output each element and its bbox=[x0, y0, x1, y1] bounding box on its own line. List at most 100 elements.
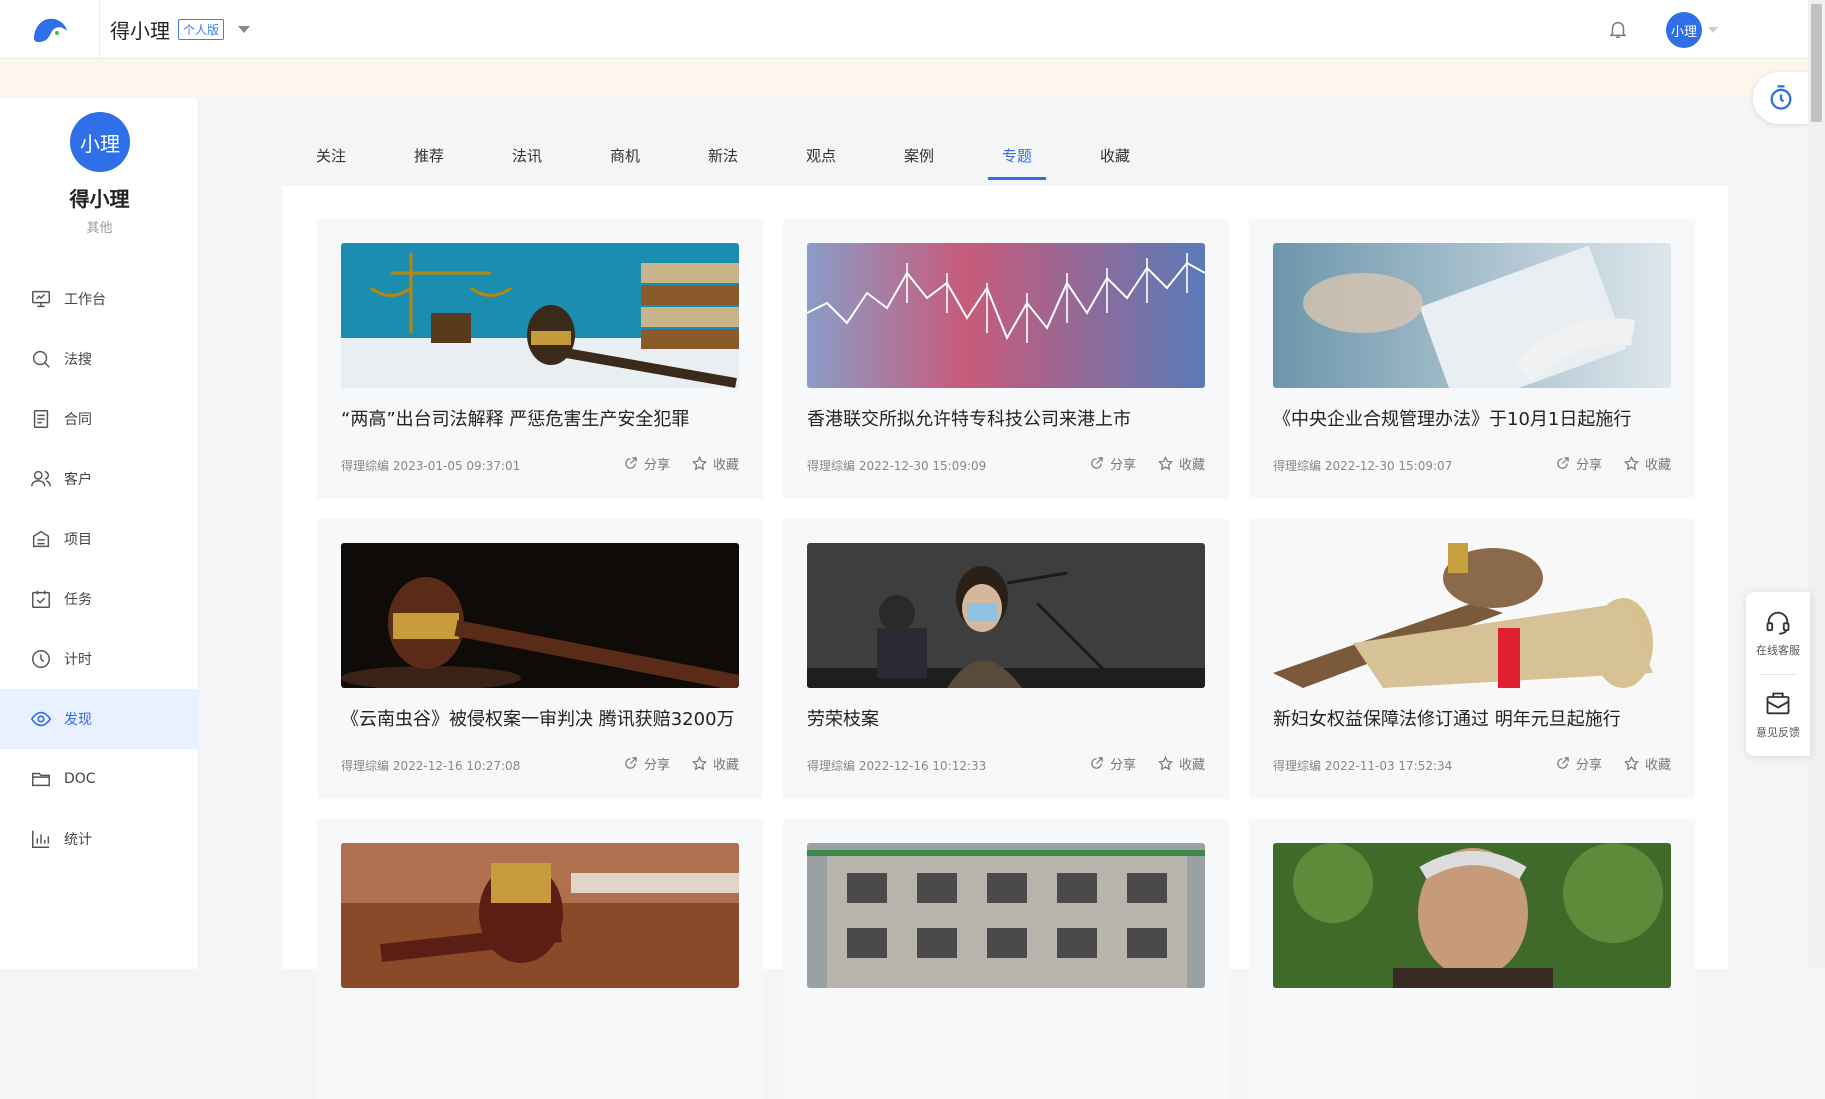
card-meta: 得理综编 2022-12-16 10:27:08 bbox=[341, 757, 520, 774]
card-actions: 分享 收藏 bbox=[601, 754, 739, 773]
chevron-down-icon[interactable] bbox=[238, 25, 251, 33]
topic-grid: “两高”出台司法解释 严惩危害生产安全犯罪 得理综编 2023-01-05 09… bbox=[317, 219, 1695, 1099]
favorite-button[interactable]: 收藏 bbox=[1157, 754, 1205, 773]
share-button[interactable]: 分享 bbox=[1555, 754, 1602, 773]
tab-new-laws[interactable]: 新法 bbox=[674, 130, 772, 180]
tab-follow[interactable]: 关注 bbox=[282, 130, 380, 180]
tab-favorites[interactable]: 收藏 bbox=[1066, 130, 1164, 180]
online-service-button[interactable]: 在线客服 bbox=[1746, 592, 1810, 674]
favorite-label: 收藏 bbox=[1178, 458, 1205, 473]
sidebar-item-stats[interactable]: 统计 bbox=[0, 809, 199, 869]
card-image[interactable] bbox=[807, 843, 1205, 988]
star-icon bbox=[1157, 756, 1173, 771]
star-icon bbox=[1623, 756, 1639, 771]
sidebar-item-doc[interactable]: DOC bbox=[0, 749, 199, 809]
sidebar-item-discover[interactable]: 发现 bbox=[0, 689, 199, 749]
user-avatar[interactable]: 小理 bbox=[1666, 12, 1702, 48]
share-icon bbox=[625, 457, 637, 469]
card-title[interactable]: 《云南虫谷》被侵权案一审判决 腾讯获赔3200万 bbox=[341, 705, 739, 731]
scrollbar-track[interactable] bbox=[1808, 0, 1825, 969]
share-label: 分享 bbox=[1575, 758, 1602, 773]
card-title[interactable]: 香港联交所拟允许特专科技公司来港上市 bbox=[807, 405, 1205, 431]
headset-icon bbox=[1766, 611, 1790, 635]
card-time: 2022-11-03 17:52:34 bbox=[1324, 759, 1453, 773]
card-title[interactable]: 劳荣枝案 bbox=[807, 705, 1205, 731]
favorite-label: 收藏 bbox=[712, 758, 739, 773]
mail-icon bbox=[1766, 692, 1790, 715]
card-title[interactable]: “两高”出台司法解释 严惩危害生产安全犯罪 bbox=[341, 405, 739, 431]
topic-card[interactable] bbox=[1249, 819, 1695, 1099]
card-image[interactable] bbox=[341, 843, 739, 988]
timer-icon[interactable] bbox=[1753, 72, 1809, 124]
card-image[interactable] bbox=[807, 543, 1205, 688]
card-image[interactable] bbox=[1273, 843, 1671, 988]
sidebar-user-name: 得小理 bbox=[69, 187, 130, 211]
divider bbox=[1760, 674, 1796, 675]
sidebar-item-project[interactable]: 项目 bbox=[0, 509, 199, 569]
card-title[interactable]: 新妇女权益保障法修订通过 明年元旦起施行 bbox=[1273, 705, 1671, 731]
card-time: 2022-12-30 15:09:07 bbox=[1324, 459, 1453, 473]
card-actions: 分享 收藏 bbox=[1533, 454, 1671, 473]
tab-cases[interactable]: 案例 bbox=[870, 130, 968, 180]
share-button[interactable]: 分享 bbox=[623, 454, 670, 473]
topic-card[interactable]: “两高”出台司法解释 严惩危害生产安全犯罪 得理综编 2023-01-05 09… bbox=[317, 219, 763, 499]
sidebar-item-label: 工作台 bbox=[64, 292, 106, 308]
users-icon bbox=[31, 470, 51, 487]
share-button[interactable]: 分享 bbox=[1089, 754, 1136, 773]
card-meta: 得理综编 2023-01-05 09:37:01 bbox=[341, 457, 520, 474]
favorite-label: 收藏 bbox=[712, 458, 739, 473]
topic-card[interactable] bbox=[317, 819, 763, 1099]
favorite-button[interactable]: 收藏 bbox=[1623, 754, 1671, 773]
card-image[interactable] bbox=[807, 243, 1205, 388]
share-button[interactable]: 分享 bbox=[623, 754, 670, 773]
topic-card[interactable]: 劳荣枝案 得理综编 2022-12-16 10:12:33 分享 收藏 bbox=[783, 519, 1229, 799]
topic-card[interactable]: 香港联交所拟允许特专科技公司来港上市 得理综编 2022-12-30 15:09… bbox=[783, 219, 1229, 499]
card-actions: 分享 收藏 bbox=[1533, 754, 1671, 773]
edition-badge: 个人版 bbox=[178, 18, 225, 40]
scrollbar-thumb[interactable] bbox=[1811, 4, 1822, 122]
card-image[interactable] bbox=[341, 543, 739, 688]
favorite-button[interactable]: 收藏 bbox=[1623, 454, 1671, 473]
sidebar-item-label: 客户 bbox=[64, 472, 92, 488]
tab-opinions[interactable]: 观点 bbox=[772, 130, 870, 180]
card-title[interactable]: 《中央企业合规管理办法》于10月1日起施行 bbox=[1273, 405, 1671, 431]
topic-card[interactable] bbox=[783, 819, 1229, 1099]
card-image[interactable] bbox=[1273, 243, 1671, 388]
search-icon bbox=[32, 350, 50, 368]
bell-icon[interactable] bbox=[1607, 18, 1629, 44]
tab-bar: 关注 推荐 法讯 商机 新法 观点 案例 专题 收藏 bbox=[282, 130, 1164, 180]
favorite-button[interactable]: 收藏 bbox=[691, 454, 739, 473]
card-actions: 分享 收藏 bbox=[1067, 754, 1205, 773]
feedback-button[interactable]: 意见反馈 bbox=[1746, 674, 1810, 756]
card-image[interactable] bbox=[341, 243, 739, 388]
sidebar-avatar[interactable]: 小理 bbox=[70, 112, 130, 172]
topic-card[interactable]: 《云南虫谷》被侵权案一审判决 腾讯获赔3200万 得理综编 2022-12-16… bbox=[317, 519, 763, 799]
card-time: 2022-12-16 10:27:08 bbox=[392, 759, 521, 773]
sidebar-item-clients[interactable]: 客户 bbox=[0, 449, 199, 509]
sidebar-item-tasks[interactable]: 任务 bbox=[0, 569, 199, 629]
card-image[interactable] bbox=[1273, 543, 1671, 688]
topic-card[interactable]: 新妇女权益保障法修订通过 明年元旦起施行 得理综编 2022-11-03 17:… bbox=[1249, 519, 1695, 799]
card-author: 得理综编 bbox=[341, 459, 390, 473]
tab-topics[interactable]: 专题 bbox=[968, 130, 1066, 180]
sidebar-item-workbench[interactable]: 工作台 bbox=[0, 269, 199, 329]
favorite-label: 收藏 bbox=[1644, 458, 1671, 473]
sidebar-item-search[interactable]: 法搜 bbox=[0, 329, 199, 389]
share-icon bbox=[1091, 457, 1103, 469]
avatar-chevron-icon[interactable] bbox=[1708, 27, 1718, 33]
favorite-label: 收藏 bbox=[1644, 758, 1671, 773]
card-meta: 得理综编 2022-12-16 10:12:33 bbox=[807, 757, 986, 774]
app-logo[interactable] bbox=[0, 0, 100, 59]
share-button[interactable]: 分享 bbox=[1089, 454, 1136, 473]
share-label: 分享 bbox=[1575, 458, 1602, 473]
favorite-button[interactable]: 收藏 bbox=[691, 754, 739, 773]
tab-recommend[interactable]: 推荐 bbox=[380, 130, 478, 180]
card-author: 得理综编 bbox=[807, 459, 856, 473]
sidebar-item-timer[interactable]: 计时 bbox=[0, 629, 199, 689]
tab-business[interactable]: 商机 bbox=[576, 130, 674, 180]
sidebar-item-contract[interactable]: 合同 bbox=[0, 389, 199, 449]
share-button[interactable]: 分享 bbox=[1555, 454, 1602, 473]
tab-legal-news[interactable]: 法讯 bbox=[478, 130, 576, 180]
topic-card[interactable]: 《中央企业合规管理办法》于10月1日起施行 得理综编 2022-12-30 15… bbox=[1249, 219, 1695, 499]
favorite-button[interactable]: 收藏 bbox=[1157, 454, 1205, 473]
